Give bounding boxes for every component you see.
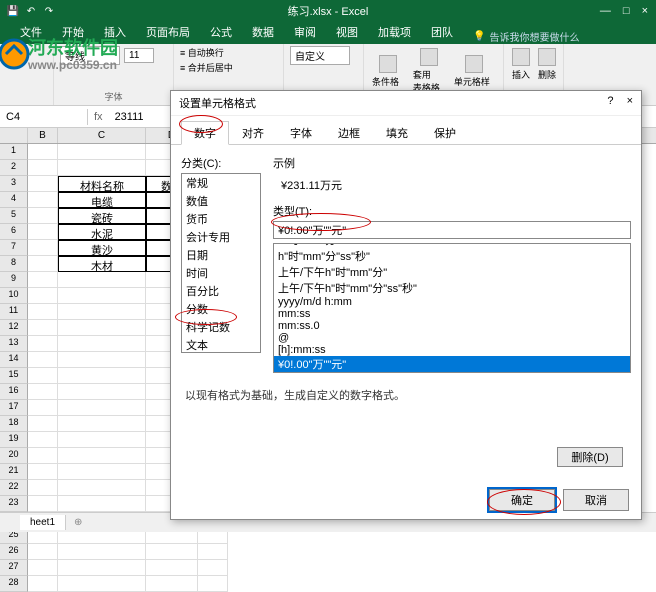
type-input[interactable] — [273, 221, 631, 239]
type-item[interactable]: yyyy/m/d h:mm — [274, 296, 630, 308]
tab-addin[interactable]: 加载项 — [368, 20, 421, 44]
cond-format-icon — [379, 55, 397, 73]
insert-button[interactable]: 插入 — [510, 46, 532, 83]
tab-review[interactable]: 审阅 — [284, 20, 326, 44]
name-box[interactable]: C4 — [0, 109, 88, 125]
col-header[interactable]: C — [58, 128, 146, 143]
category-item[interactable]: 科学记数 — [182, 318, 260, 336]
dtab-protect[interactable]: 保护 — [421, 121, 469, 145]
category-item[interactable]: 时间 — [182, 264, 260, 282]
type-item[interactable]: mm:ss.0 — [274, 320, 630, 332]
window-title: 练习.xlsx - Excel — [56, 3, 600, 19]
maximize-icon[interactable]: □ — [623, 5, 630, 17]
category-item[interactable]: 数值 — [182, 192, 260, 210]
dialog-description: 以现有格式为基础，生成自定义的数字格式。 — [171, 383, 641, 407]
cell-style-icon — [465, 55, 483, 73]
delete-icon — [538, 48, 556, 66]
dialog-tabs: 数字 对齐 字体 边框 填充 保护 — [171, 120, 641, 145]
col-header[interactable]: B — [28, 128, 58, 143]
cancel-button[interactable]: 取消 — [563, 489, 629, 511]
dtab-border[interactable]: 边框 — [325, 121, 373, 145]
dtab-number[interactable]: 数字 — [181, 121, 229, 145]
watermark-1: 河东软件园 — [28, 34, 118, 60]
title-bar: 💾 ↶ ↷ 练习.xlsx - Excel — □ × — [0, 0, 656, 22]
type-item[interactable]: 上午/下午h"时"mm"分" — [274, 264, 630, 280]
align-icon[interactable]: ≡ — [180, 48, 185, 58]
sample-label: 示例 — [273, 155, 631, 171]
new-sheet-button[interactable]: ⊕ — [66, 515, 90, 530]
category-item[interactable]: 常规 — [182, 174, 260, 192]
tab-view[interactable]: 视图 — [326, 20, 368, 44]
save-icon[interactable]: 💾 — [6, 4, 20, 18]
type-item[interactable]: mm:ss — [274, 308, 630, 320]
type-label: 类型(T): — [273, 203, 631, 219]
window-buttons: — □ × — [600, 5, 656, 17]
tab-team[interactable]: 团队 — [421, 20, 463, 44]
sample-value: ¥231.11万元 — [273, 171, 631, 203]
category-list[interactable]: 常规数值货币会计专用日期时间百分比分数科学记数文本特殊自定义 — [181, 173, 261, 353]
type-list[interactable]: h:mm:ssh"时"mm"分"h"时"mm"分"ss"秒"上午/下午h"时"m… — [273, 243, 631, 373]
insert-icon — [512, 48, 530, 66]
tab-data[interactable]: 数据 — [242, 20, 284, 44]
type-item[interactable]: @ — [274, 332, 630, 344]
ok-button[interactable]: 确定 — [489, 489, 555, 511]
redo-icon[interactable]: ↷ — [42, 4, 56, 18]
type-item[interactable]: ¥0!.00"万""元" — [274, 356, 630, 372]
category-item[interactable]: 分数 — [182, 300, 260, 318]
minimize-icon[interactable]: — — [600, 5, 611, 17]
tab-layout[interactable]: 页面布局 — [136, 20, 200, 44]
number-format-combo[interactable]: 自定义 — [290, 46, 350, 65]
formula-content[interactable]: 23111 — [109, 109, 150, 125]
close-icon[interactable]: × — [642, 5, 648, 17]
font-group-label: 字体 — [60, 90, 167, 103]
wrap-button[interactable]: 自动换行 — [188, 48, 224, 58]
type-item[interactable]: h"时"mm"分"ss"秒" — [274, 248, 630, 264]
dtab-font[interactable]: 字体 — [277, 121, 325, 145]
category-item[interactable]: 会计专用 — [182, 228, 260, 246]
bulb-icon: 💡 — [473, 31, 485, 42]
dtab-align[interactable]: 对齐 — [229, 121, 277, 145]
dialog-title: 设置单元格格式 — [179, 95, 256, 111]
delete-format-button[interactable]: 删除(D) — [557, 447, 623, 467]
format-cells-dialog: 设置单元格格式 ? × 数字 对齐 字体 边框 填充 保护 分类(C): 常规数… — [170, 90, 642, 520]
delete-button[interactable]: 删除 — [536, 46, 558, 83]
tell-me[interactable]: 💡 告诉我你想要做什么 — [473, 29, 579, 44]
close-icon[interactable]: × — [627, 95, 633, 107]
category-item[interactable]: 文本 — [182, 336, 260, 353]
quick-access-toolbar: 💾 ↶ ↷ — [0, 4, 56, 18]
fx-icon[interactable]: fx — [88, 111, 109, 123]
align-icon2[interactable]: ≡ — [180, 63, 185, 73]
merge-button[interactable]: 合并后居中 — [188, 63, 233, 73]
dtab-fill[interactable]: 填充 — [373, 121, 421, 145]
table-format-icon — [420, 48, 438, 66]
undo-icon[interactable]: ↶ — [24, 4, 38, 18]
type-item[interactable]: 上午/下午h"时"mm"分"ss"秒" — [274, 280, 630, 296]
help-icon[interactable]: ? — [607, 95, 613, 107]
category-label: 分类(C): — [181, 158, 221, 170]
sheet-tab-1[interactable]: heet1 — [20, 515, 66, 530]
site-logo — [0, 36, 32, 72]
type-item[interactable]: [h]:mm:ss — [274, 344, 630, 356]
category-item[interactable]: 百分比 — [182, 282, 260, 300]
category-item[interactable]: 日期 — [182, 246, 260, 264]
size-combo[interactable]: 11 — [124, 48, 154, 63]
category-item[interactable]: 货币 — [182, 210, 260, 228]
watermark-2: www.pc0359.cn — [28, 58, 117, 72]
select-all[interactable] — [0, 128, 28, 143]
tab-formula[interactable]: 公式 — [200, 20, 242, 44]
